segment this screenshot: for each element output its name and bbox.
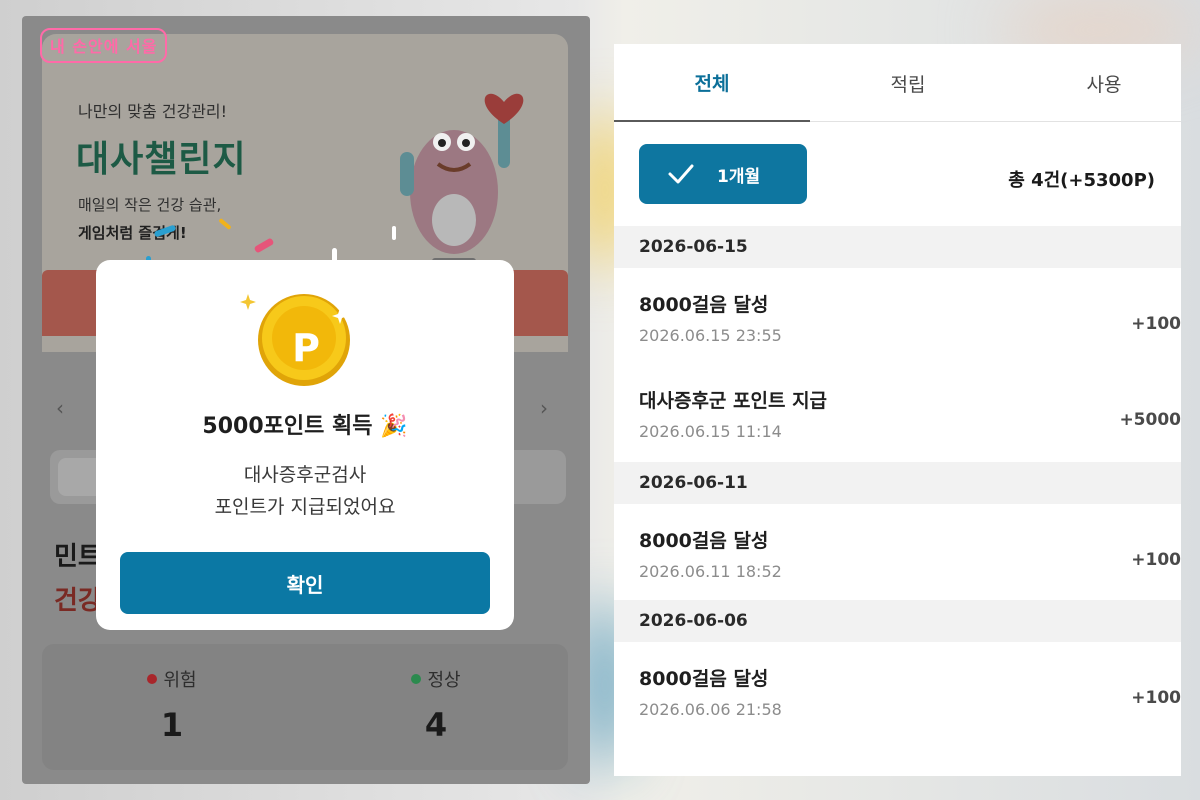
- tab-use[interactable]: 사용: [1006, 44, 1181, 122]
- seoul-logo: 내 손안에 서울: [40, 28, 168, 63]
- filter-row: 1개월 총 4건(+5300P): [614, 122, 1181, 226]
- entry-time: 2026.06.15 23:55: [639, 326, 782, 345]
- entry-time: 2026.06.11 18:52: [639, 562, 782, 581]
- stat-normal-label: 정상: [427, 670, 461, 691]
- period-filter-label: 1개월: [717, 166, 761, 187]
- entry-points: +100: [1131, 688, 1181, 708]
- stat-normal-value: 4: [424, 706, 448, 744]
- section-title: 민트: [54, 542, 102, 572]
- entry-title: 8000걸음 달성: [639, 530, 769, 552]
- stat-risk-label: 위험: [163, 670, 197, 691]
- date-header: 2026-06-06: [614, 600, 1181, 642]
- stat-risk: 위험 1: [112, 666, 232, 744]
- entry-title: 8000걸음 달성: [639, 294, 769, 316]
- banner-title: 대사챌린지: [76, 139, 247, 180]
- section-subtitle: 건강: [54, 586, 102, 616]
- stat-risk-value: 1: [160, 706, 184, 744]
- entry-points: +100: [1131, 550, 1181, 570]
- date-header: 2026-06-11: [614, 462, 1181, 504]
- stat-normal: 정상 4: [376, 666, 496, 744]
- modal-title: 5000포인트 획득 🎉: [202, 414, 408, 439]
- history-entry: 8000걸음 달성 2026.06.15 23:55 +100: [614, 268, 1181, 364]
- modal-message-line1: 대사증후군검사: [243, 464, 367, 486]
- entry-points: +5000: [1119, 410, 1181, 430]
- entry-points: +100: [1131, 314, 1181, 334]
- entry-time: 2026.06.06 21:58: [639, 700, 782, 719]
- history-entry: 8000걸음 달성 2026.06.11 18:52 +100: [614, 504, 1181, 600]
- history-tabs: 전체 적립 사용: [614, 44, 1181, 122]
- total-summary: 총 4건(+5300P): [1008, 170, 1155, 191]
- normal-dot-icon: [411, 674, 422, 684]
- confetti-piece: [392, 226, 396, 240]
- tab-all[interactable]: 전체: [614, 44, 810, 122]
- date-header: 2026-06-15: [614, 226, 1181, 268]
- banner-description: 매일의 작은 건강 습관,: [78, 196, 222, 214]
- confirm-button[interactable]: 확인: [120, 552, 490, 614]
- health-stats-card: 위험 1 정상 4: [42, 644, 568, 770]
- banner-kicker: 나만의 맞춤 건강관리!: [78, 102, 228, 121]
- mascot-illustration: [400, 93, 524, 268]
- points-reward-modal: P 5000포인트 획득 🎉 대사증후군검사 포인트가 지급되었어요 확인: [96, 260, 514, 630]
- chevron-right-icon[interactable]: ›: [540, 396, 548, 420]
- chevron-left-icon[interactable]: ‹: [56, 396, 64, 420]
- risk-dot-icon: [147, 674, 158, 684]
- entry-title: 8000걸음 달성: [639, 668, 769, 690]
- tab-earn[interactable]: 적립: [810, 44, 1006, 122]
- entry-title: 대사증후군 포인트 지급: [639, 390, 828, 412]
- period-filter-button[interactable]: 1개월: [639, 144, 807, 204]
- entry-time: 2026.06.15 11:14: [639, 422, 782, 441]
- history-entry: 대사증후군 포인트 지급 2026.06.15 11:14 +5000: [614, 364, 1181, 460]
- modal-message-line2: 포인트가 지급되었어요: [214, 496, 396, 518]
- points-history-screen: 전체 적립 사용 1개월 총 4건(+5300P) 2026-06-15 800…: [614, 44, 1181, 776]
- check-icon: [668, 164, 694, 184]
- app-screen-left: 내 손안에 서울 나만의 맞춤 건강관리! 대사챌린지 매일의 작은 건강 습관…: [22, 16, 590, 784]
- history-entry: 8000걸음 달성 2026.06.06 21:58 +100: [614, 642, 1181, 738]
- coin-letter: P: [292, 326, 320, 370]
